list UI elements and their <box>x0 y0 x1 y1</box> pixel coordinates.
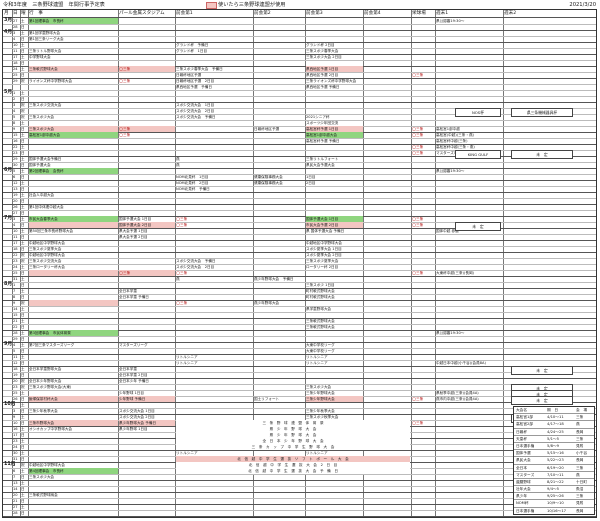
summary-row: マスターズ 7/10〜11 燕 <box>514 470 594 478</box>
spanning-event: 北 信 越 中 学 生 選 抜 大 会 予 備 日 <box>176 468 410 474</box>
summary-row: 全日本 6/19〜20 三条 <box>514 463 594 471</box>
month-label: 5月 <box>4 90 13 95</box>
column-header: 曜 <box>21 11 26 16</box>
callout-box: 未 定 <box>511 150 573 159</box>
summary-row: 県民大会 5/22〜23 長岡 <box>514 456 594 463</box>
summary-row: 国体予選 5/15〜16 小千谷 <box>514 449 594 456</box>
summary-cell: 長岡 <box>576 508 584 513</box>
schedule-page: 令和3年度 三条野球連盟 年間行事予定表 使いたら三条野球連盟が使用 2021/… <box>0 0 600 521</box>
column-header: 日 <box>13 11 18 16</box>
column-header: 前会第1 <box>176 11 193 16</box>
document-date: 2021/3/20 <box>569 2 596 8</box>
callout-box: NOS杯 <box>455 108 501 117</box>
cell-d <box>13 516 20 517</box>
column-header: パール金属スタジアム <box>119 11 165 16</box>
callout-box: KING GULF <box>455 150 501 159</box>
cell-c7 <box>254 516 305 517</box>
column-header: 前会第3 <box>306 11 323 16</box>
cell-c5 <box>119 516 175 517</box>
summary-row: 天皇杯 5/1〜5 三条 <box>514 434 594 442</box>
month-label: 8月 <box>4 282 13 287</box>
column-header: 行 事 <box>29 11 43 16</box>
summary-row: 高松宮1部 4/10〜11 三条 <box>514 413 594 420</box>
table-row <box>3 516 596 517</box>
summary-row: 日報杯 4/24〜25 長岡 <box>514 427 594 435</box>
callout-box: 未 定 <box>511 396 573 405</box>
cell-ev <box>29 516 118 517</box>
legend-swatch <box>206 2 217 9</box>
summary-row: 日本選手権 10/16〜17 長岡 <box>514 506 594 514</box>
spanning-event: 三 条 カ ッ プ 中 学 生 野 球 大 会 <box>176 444 410 450</box>
month-label: 6月 <box>4 168 13 173</box>
cell-c9 <box>364 516 411 517</box>
cell-c12 <box>504 516 596 517</box>
summary-row: 還暦野球 8/21〜22 十日町 <box>514 477 594 485</box>
summary-row: 県少年 9/25〜26 三条 <box>514 492 594 499</box>
summary-row: 壮年大会 9/4〜5 魚沼 <box>514 485 594 492</box>
month-label: 7月 <box>4 216 13 221</box>
tournament-summary-table: 大会名期 日会 場高松宮1部 4/10〜11 三条 高松宮2部 4/17〜18 燕日報杯 4… <box>513 406 595 515</box>
month-label: 3月 <box>4 18 13 23</box>
callout-box: 未 定 <box>511 366 573 375</box>
summary-cell: 日本選手権 <box>516 508 535 513</box>
schedule-table: 月日曜行 事 パール金属スタジアム 前会第1 前会第2 前会第3 前会第4 栄球場 週末1 週末… <box>2 9 597 518</box>
summary-row: 日本選手権 5/8〜9 見附 <box>514 441 594 449</box>
month-label: 4月 <box>4 30 13 35</box>
document-title: 令和3年度 三条野球連盟 年間行事予定表 <box>3 2 105 8</box>
cell-c11 <box>436 516 503 517</box>
column-header: 月 <box>4 11 9 16</box>
column-header: 前会第2 <box>254 11 271 16</box>
cell-c6 <box>176 516 253 517</box>
cell-c10 <box>412 516 435 517</box>
column-header: 週末1 <box>436 11 449 16</box>
column-header: 週末2 <box>504 11 517 16</box>
summary-row: 高松宮2部 4/17〜18 燕 <box>514 420 594 427</box>
cell-w <box>21 516 28 517</box>
month-label: 9月 <box>4 342 13 347</box>
callout-box: 未 定 <box>455 222 501 231</box>
cell-c8 <box>306 516 363 517</box>
column-header: 前会第4 <box>364 11 381 16</box>
callout-box: 県三条機械器具杯 <box>511 108 573 117</box>
summary-cell: 10/16〜17 <box>547 508 567 513</box>
summary-row: NOM杯 10/9〜10 見附 <box>514 499 594 506</box>
legend-text: 使いたら三条野球連盟が使用 <box>218 2 286 8</box>
column-header: 栄球場 <box>412 11 426 16</box>
